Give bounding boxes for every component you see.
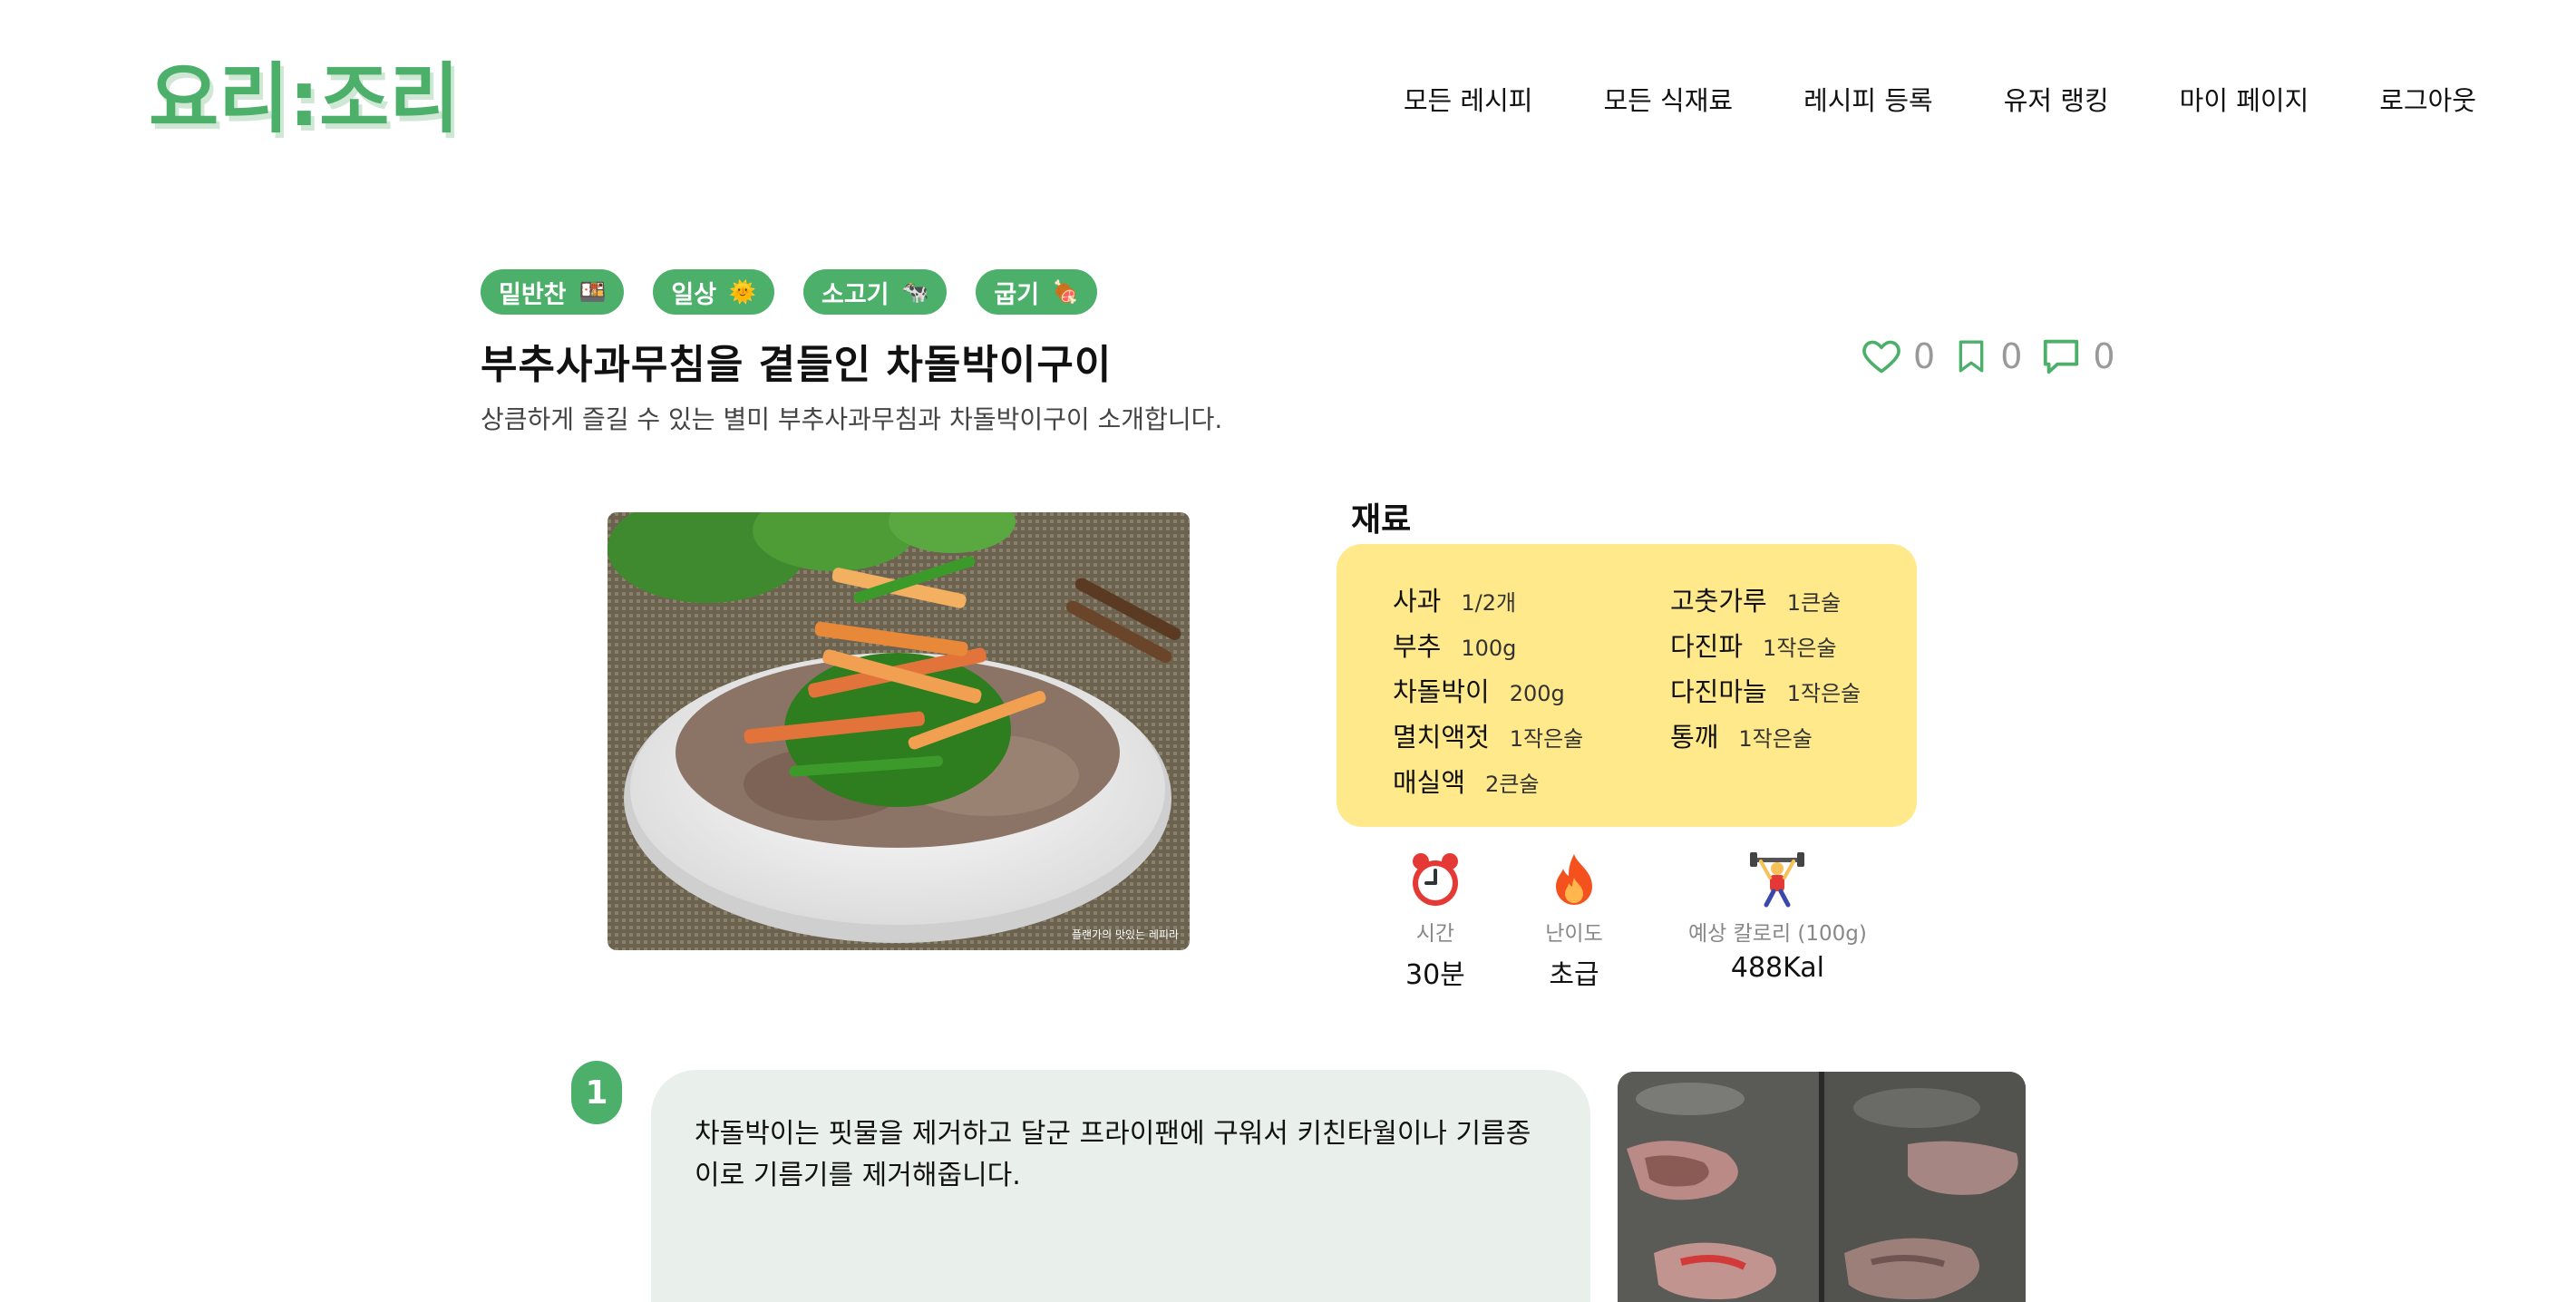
recipe-description: 상큼하게 즐길 수 있는 별미 부추사과무침과 차돌박이구이 소개합니다.: [481, 404, 1223, 434]
ingredient-name: 고춧가루: [1670, 586, 1767, 617]
alarm-clock-icon: [1412, 853, 1458, 906]
ingredient-item[interactable]: 매실액 2큰술: [1393, 762, 1670, 798]
calorie-value: 488Kal: [1730, 952, 1824, 984]
nav-my-page[interactable]: 마이 페이지: [2180, 80, 2309, 118]
ingredient-item[interactable]: 차돌박이 200g: [1393, 671, 1670, 707]
tag-label: 굽기: [994, 280, 1040, 309]
recipe-stats: 0 0 0: [1861, 335, 2134, 377]
ingredient-name: 다진파: [1670, 631, 1744, 662]
sun-icon: 🌞: [729, 279, 756, 305]
heart-icon: [1862, 340, 1900, 374]
recipe-title: 부추사과무침을 곁들인 차돌박이구이: [481, 342, 1113, 388]
ingredient-amount: 100g: [1461, 636, 1517, 661]
tag-beef[interactable]: 소고기 🐄: [803, 269, 948, 315]
bookmark-count: 0: [2000, 336, 2023, 376]
difficulty-value: 초급: [1549, 959, 1599, 991]
recipe-main-image: 플랜가의 맛있는 레피라: [608, 512, 1190, 950]
ingredients-box: 사과 1/2개 고춧가루 1큰술 부추 100g 다진파 1작은술 차돌박이 200g 다…: [1337, 544, 1917, 827]
tag-label: 소고기: [821, 280, 889, 309]
tag-grill[interactable]: 굽기 🍖: [976, 269, 1097, 315]
weightlifter-icon: [1750, 852, 1805, 908]
ingredient-item[interactable]: 다진마늘 1작은술: [1670, 671, 1897, 707]
time-label: 시간: [1415, 922, 1455, 946]
ingredient-item[interactable]: 부추 100g: [1393, 626, 1670, 662]
ingredient-item[interactable]: 멸치액젓 1작은술: [1393, 716, 1670, 753]
ingredient-amount: 1/2개: [1461, 590, 1517, 616]
nav-user-ranking[interactable]: 유저 랭킹: [2004, 80, 2109, 118]
comment-icon: [2044, 339, 2079, 374]
cow-icon: 🐄: [901, 279, 929, 305]
bookmark-button[interactable]: 0: [1953, 335, 2022, 377]
ingredient-item[interactable]: 고춧가루 1큰술: [1670, 580, 1897, 617]
ingredients-title: 재료: [1351, 501, 1412, 539]
step-text: 차돌박이는 핏물을 제거하고 달군 프라이팬에 구워서 키친타월이나 기름종이로…: [695, 1118, 1531, 1191]
ingredient-amount: 1작은술: [1738, 726, 1813, 752]
ingredient-name: 통깨: [1670, 722, 1719, 753]
ingredient-name: 사과: [1393, 586, 1442, 617]
brand-logo[interactable]: 요리:조리 요리:조리: [145, 53, 471, 147]
tag-label: 일상: [671, 280, 717, 309]
ingredient-name: 매실액: [1393, 767, 1466, 798]
fire-icon: [1556, 854, 1592, 905]
nav-logout[interactable]: 로그아웃: [2379, 80, 2476, 118]
like-button[interactable]: 0: [1861, 336, 1935, 376]
tag-daily[interactable]: 일상 🌞: [653, 269, 774, 315]
ingredient-name: 부추: [1393, 631, 1442, 662]
ingredient-amount: 1작은술: [1763, 636, 1837, 661]
step-card: 차돌박이는 핏물을 제거하고 달군 프라이팬에 구워서 키친타월이나 기름종이로…: [651, 1070, 1590, 1302]
bookmark-icon: [1959, 340, 1984, 373]
logo-text: 요리:조리: [149, 54, 460, 143]
step-image: [1618, 1072, 2026, 1302]
ingredient-amount: 1작은술: [1509, 726, 1584, 752]
ingredient-item[interactable]: 통깨 1작은술: [1670, 716, 1897, 753]
comment-count: 0: [2093, 336, 2115, 376]
ingredient-amount: 1큰술: [1786, 590, 1842, 616]
tag-list: 밑반찬 🍱 일상 🌞 소고기 🐄 굽기 🍖: [481, 269, 1097, 315]
calorie-label: 예상 칼로리 (100g): [1688, 922, 1867, 946]
difficulty-label: 난이도: [1545, 922, 1603, 946]
main-nav: 모든 레시피 모든 식재료 레시피 등록 유저 랭킹 마이 페이지 로그아웃: [1404, 80, 2476, 118]
ingredient-amount: 1작은술: [1786, 681, 1862, 706]
ingredient-name: 다진마늘: [1670, 676, 1767, 707]
difficulty-info: 난이도 초급: [1545, 850, 1603, 992]
bento-icon: 🍱: [578, 279, 607, 305]
ingredient-item[interactable]: 다진파 1작은술: [1670, 626, 1897, 662]
image-watermark: 플랜가의 맛있는 레피라: [1072, 928, 1179, 941]
like-count: 0: [1913, 336, 1936, 376]
nav-all-ingredients[interactable]: 모든 식재료: [1603, 80, 1733, 118]
time-value: 30분: [1405, 959, 1465, 991]
ingredient-amount: 200g: [1509, 681, 1565, 706]
ingredient-name: 차돌박이: [1393, 676, 1490, 707]
tag-side-dish[interactable]: 밑반찬 🍱: [481, 269, 625, 315]
tag-label: 밑반찬: [499, 280, 567, 309]
ingredient-amount: 2큰술: [1485, 772, 1540, 797]
comment-button[interactable]: 0: [2040, 335, 2115, 377]
nav-all-recipes[interactable]: 모든 레시피: [1404, 80, 1533, 118]
meat-icon: 🍖: [1052, 279, 1079, 305]
time-info: 시간 30분: [1405, 850, 1465, 992]
step-number: 1: [571, 1061, 622, 1124]
ingredient-name: 멸치액젓: [1393, 722, 1490, 753]
nav-register-recipe[interactable]: 레시피 등록: [1803, 80, 1933, 118]
calorie-info: 예상 칼로리 (100g) 488Kal: [1688, 850, 1867, 984]
ingredient-item[interactable]: 사과 1/2개: [1393, 580, 1670, 617]
